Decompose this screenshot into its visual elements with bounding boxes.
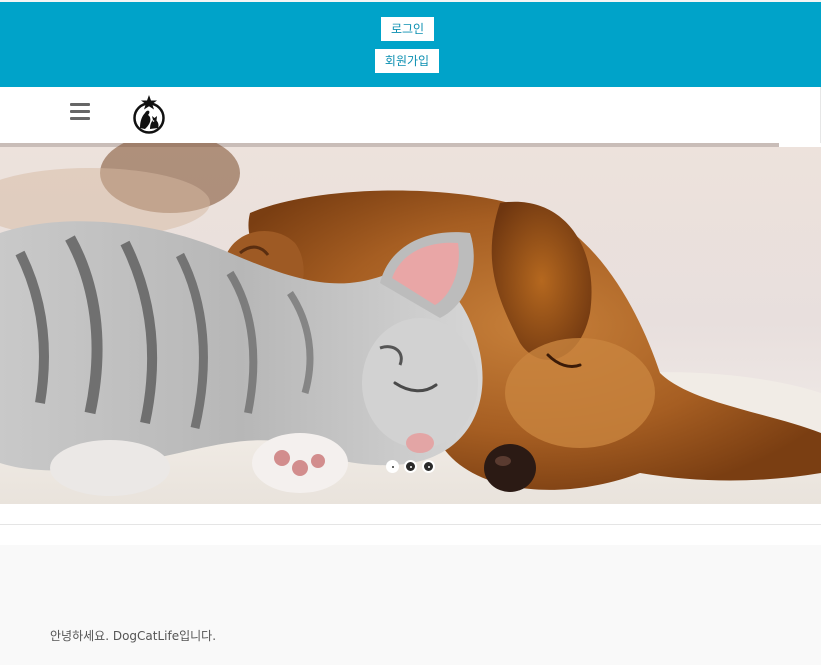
hero-carousel (0, 143, 821, 504)
nav-bar (0, 87, 821, 143)
puppy-kitten-photo (0, 143, 821, 504)
signup-button[interactable]: 회원가입 (375, 49, 439, 73)
carousel-indicators (386, 460, 436, 474)
pet-logo-icon[interactable] (131, 94, 167, 134)
auth-bar: 로그인 회원가입 (0, 2, 821, 87)
greeting-text: 안녕하세요. DogCatLife입니다. (50, 629, 217, 643)
carousel-dot-3[interactable] (422, 460, 435, 473)
hamburger-line (70, 103, 90, 106)
hamburger-line (70, 110, 90, 113)
hamburger-menu-icon[interactable] (70, 103, 90, 121)
login-button[interactable]: 로그인 (381, 17, 434, 41)
carousel-dot-2[interactable] (404, 460, 417, 473)
content-section: 안녕하세요. DogCatLife입니다. (0, 545, 821, 665)
hamburger-line (70, 117, 90, 120)
carousel-dot-1[interactable] (386, 460, 399, 473)
section-divider (0, 524, 821, 525)
